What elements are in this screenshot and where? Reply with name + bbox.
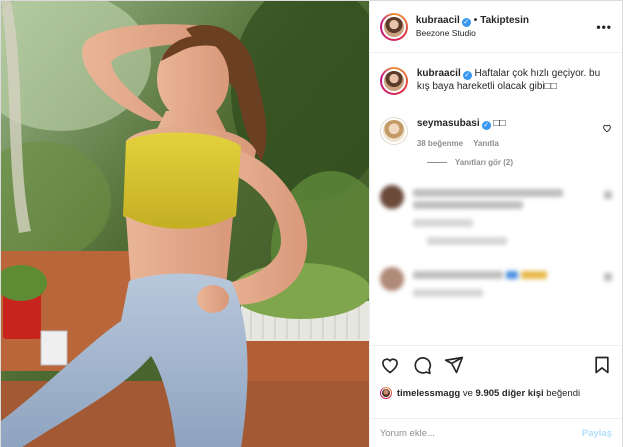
comment-likes-count[interactable]: 38 beğenme [417,139,463,148]
caption-avatar[interactable] [379,67,408,95]
blurred-heart [604,191,612,199]
post-header: kubraacil ✓ • Takiptesin Beezone Studio ••• [369,1,622,53]
heart-small-icon[interactable] [602,123,612,136]
caption: kubraacil ✓ Haftalar çok hızlı geçiyor. b… [379,67,612,95]
add-comment-bar: Paylaş [369,418,622,447]
comment-text: □□ [493,118,506,129]
post-comment-button[interactable]: Paylaş [582,428,612,439]
comment-icon[interactable] [412,355,432,378]
likes-connector: ve [462,387,473,399]
comment-input[interactable] [379,428,582,439]
verified-icon: ✓ [461,17,471,27]
verified-icon: ✓ [481,121,491,130]
view-replies-label: Yanıtları gör (2) [454,158,514,167]
likes-summary: timelessmagg ve 9.905 diğer kişi beğendi [379,387,612,399]
heart-icon[interactable] [380,355,400,378]
post-photo[interactable] [1,1,369,447]
comment-item: seymasubasi ✓ □□ 38 beğenme Yanıtla [379,117,612,150]
blurred-comment [379,267,612,297]
likes-others-count[interactable]: 9.905 diğer kişi [476,388,544,399]
separator-dot: • [473,14,478,26]
post-photo-illustration [1,1,369,447]
commenter-username[interactable]: seymasubasi [417,118,480,129]
blurred-heart [604,273,612,281]
share-icon[interactable] [444,355,464,378]
blurred-text [426,237,507,245]
bookmark-icon[interactable] [592,355,612,378]
blurred-text [520,271,547,279]
commenter-avatar[interactable] [379,117,408,145]
blurred-text [505,271,518,279]
blurred-avatar [379,267,404,291]
blurred-meta [412,219,473,227]
post-location[interactable]: Beezone Studio [416,27,597,40]
action-bar: timelessmagg ve 9.905 diğer kişi beğendi [369,345,622,399]
reply-button[interactable]: Yanıtla [473,139,499,148]
instagram-post: kubraacil ✓ • Takiptesin Beezone Studio •••… [0,0,623,447]
blurred-meta [412,289,483,297]
post-sidebar: kubraacil ✓ • Takiptesin Beezone Studio •••… [368,1,622,447]
verified-icon: ✓ [462,71,472,80]
blurred-text [412,201,523,209]
caption-username[interactable]: kubraacil [417,68,461,79]
blurred-text [412,271,503,279]
liker-username[interactable]: timelessmagg [397,388,460,399]
blurred-replies [426,237,612,245]
blurred-comment [379,185,612,227]
liker-avatar[interactable] [379,387,392,399]
action-icons [380,354,612,378]
comments-list[interactable]: kubraacil ✓ Haftalar çok hızlı geçiyor. b… [370,53,622,335]
blurred-avatar [379,185,404,209]
author-info: kubraacil ✓ • Takiptesin Beezone Studio [416,14,597,40]
author-username[interactable]: kubraacil [416,15,460,26]
likes-suffix: beğendi [546,387,581,399]
more-options-icon[interactable]: ••• [596,20,612,34]
view-replies-button[interactable]: Yanıtları gör (2) [426,158,612,167]
follow-status-button[interactable]: Takiptesin [480,15,529,26]
blurred-text [412,189,563,197]
author-avatar[interactable] [379,12,408,41]
replies-divider [426,162,447,163]
